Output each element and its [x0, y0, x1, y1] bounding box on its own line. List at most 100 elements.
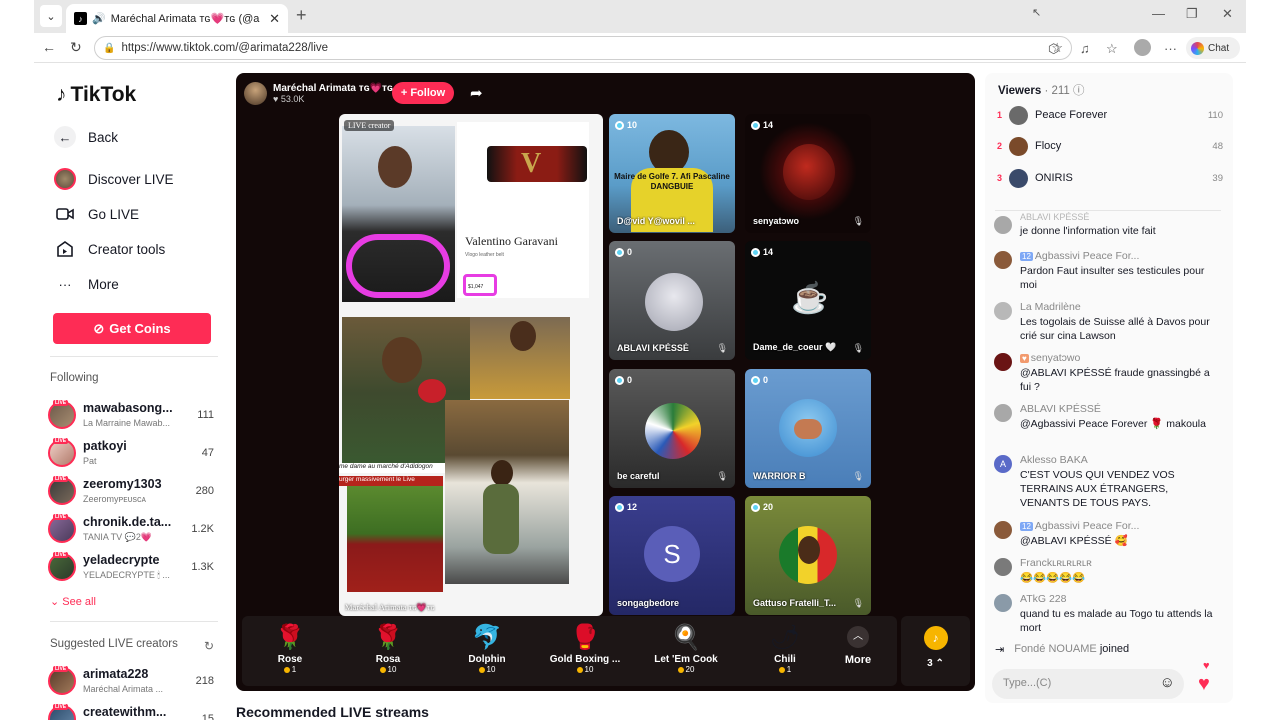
reload-icon[interactable]: ↻ — [70, 39, 82, 56]
minimize-icon[interactable]: — — [1152, 6, 1165, 21]
restore-icon[interactable]: ❐ — [1186, 6, 1198, 22]
camera-icon — [54, 203, 76, 225]
sidebar-item-creator-tools[interactable]: Creator tools — [54, 238, 165, 260]
settings-more-icon[interactable]: ··· — [1164, 41, 1177, 56]
gift-rosa[interactable]: 🌹 Rosa 10 — [348, 622, 428, 674]
following-sub: Zeeromyᴘᴇᴜsᴄᴀ — [83, 494, 146, 504]
video-figure — [510, 321, 536, 351]
info-icon[interactable]: ⓘ — [1073, 85, 1085, 97]
guest-tile[interactable]: 0 ABLAVI KPÉSSÉ 🎙 — [609, 241, 735, 360]
url-field[interactable]: 🔒 https://www.tiktok.com/@arimata228/liv… — [94, 36, 1072, 60]
avatar — [994, 302, 1012, 320]
coin-count: 3 — [927, 658, 933, 669]
guest-name: ABLAVI KPÉSSÉ — [617, 343, 689, 353]
chat-message[interactable]: ♥ senyatɔwo @ABLAVI KPÉSSÉ fraude gnassin… — [993, 352, 1223, 398]
copilot-chat-button[interactable]: Chat — [1186, 37, 1240, 59]
rosa-icon: 🌹 — [373, 624, 403, 651]
sidebar-item-discover-live[interactable]: Discover LIVE — [54, 168, 174, 190]
host-avatar[interactable] — [244, 81, 267, 105]
guest-tile[interactable]: 20 Gattuso Fratelli_T... 🎙 — [745, 496, 871, 615]
chat-message[interactable]: ABLAVI KPÉSSÉ @Agbassivi Peace Forever 🌹… — [993, 403, 1223, 449]
following-item[interactable]: LIVE mawabasong... La Marraine Mawab... … — [48, 399, 216, 435]
favorites-icon[interactable]: ☆ — [1106, 41, 1118, 57]
host-info[interactable]: Maréchal Arimata ᴛɢ💗ᴛɢ ♥ 53.0K — [244, 81, 393, 105]
gift-let-em-cook[interactable]: 🍳 Let 'Em Cook 20 — [646, 622, 726, 674]
guest-tile[interactable]: S 12 songagbedore — [609, 496, 735, 615]
belt-price: $1,047 — [463, 274, 497, 296]
profile-avatar[interactable] — [1134, 39, 1151, 56]
media-control-icon[interactable]: ♫ — [1080, 41, 1090, 56]
get-coins-label: Get Coins — [109, 321, 171, 336]
guest-count: 20 — [763, 502, 774, 512]
coin-balance-button[interactable]: ♪ 3 ⌃ — [901, 616, 970, 686]
see-all-link[interactable]: ⌄ See all — [50, 595, 96, 608]
guest-name: be careful — [617, 471, 660, 481]
following-count: 111 — [197, 409, 214, 421]
chat-message[interactable]: La Madrilène Les togolais de Suisse allé… — [993, 301, 1223, 347]
extensions-icon[interactable]: ⬡ — [1048, 41, 1059, 57]
following-item[interactable]: LIVE yeladecrypte YELADECRYPTE 🕯 ... 1.3… — [48, 551, 216, 587]
top-viewer-row[interactable]: 1 Peace Forever 110 — [997, 104, 1223, 126]
count-dot-icon — [615, 247, 624, 257]
share-arrow-icon[interactable]: ➦ — [470, 84, 483, 102]
gift-dolphin[interactable]: 🐬 Dolphin 10 — [447, 622, 527, 674]
chat-message[interactable]: A Aklesso BAKA C'EST VOUS QUI VENDEZ VOS… — [993, 454, 1223, 514]
chat-message[interactable]: ABLAVI KPÉSSÉ je donne l'information vit… — [993, 212, 1223, 245]
back-arrow-icon[interactable]: ← — [42, 39, 56, 55]
tab-actions-chevron-icon[interactable]: ⌄ — [40, 5, 62, 27]
chat-message[interactable]: 12 Agbassivi Peace For... Pardon Faut ins… — [993, 250, 1223, 296]
speaker-icon[interactable]: 🔊 — [92, 12, 106, 25]
gift-price-value: 10 — [387, 665, 397, 674]
get-coins-button[interactable]: ⊘ Get Coins — [53, 313, 211, 344]
suggested-title: Suggested LIVE creators — [50, 638, 178, 650]
like-heart-icon[interactable]: ♥ — [1198, 673, 1210, 696]
gift-rose[interactable]: 🌹 Rose 1 — [250, 622, 330, 674]
new-tab-plus-icon[interactable]: + — [296, 5, 307, 26]
gift-gold-boxing[interactable]: 🥊 Gold Boxing ... 10 — [544, 622, 626, 674]
following-item[interactable]: LIVE zeeromy1303 Zeeromyᴘᴇᴜsᴄᴀ 280 — [48, 475, 216, 511]
chat-message[interactable]: ATkG 228 quand tu es malade au Togo tu a… — [993, 593, 1223, 639]
following-item[interactable]: LIVE chronik.de.ta... TANIA TV 💬2💗 1.2K — [48, 513, 216, 549]
tab-tiktok-live[interactable]: ♪ 🔊 Maréchal Arimata ᴛɢ💗ᴛɢ (@a ✕ — [66, 4, 288, 33]
avatar: A — [994, 455, 1012, 473]
guest-tile[interactable]: ☕ 14 Dame_de_coeur 🤍 🎙 — [745, 241, 871, 360]
back-link[interactable]: ← Back — [54, 126, 118, 148]
sidebar-item-go-live[interactable]: Go LIVE — [54, 203, 139, 225]
suggested-item[interactable]: LIVE createwithm... 15 — [48, 703, 216, 720]
suggested-count: 15 — [201, 713, 214, 720]
following-sub: Pat — [83, 456, 97, 466]
close-tab-icon[interactable]: ✕ — [269, 11, 280, 27]
chat-input[interactable]: Type...(C) ☺ — [992, 669, 1184, 699]
live-creator-tag: LIVE creator — [344, 120, 395, 131]
following-item[interactable]: LIVE patkoyi Pat 47 — [48, 437, 216, 473]
avatar — [994, 216, 1012, 234]
tiktok-logo[interactable]: ♪ TikTok — [56, 83, 136, 107]
live-player[interactable]: Maréchal Arimata ᴛɢ💗ᴛɢ ♥ 53.0K + Follow … — [236, 73, 975, 691]
guest-tile[interactable]: Maire de Golfe 7. Afi Pascaline DANGBUIE… — [609, 114, 735, 233]
lock-icon[interactable]: 🔒 — [103, 43, 115, 54]
video-figure — [378, 146, 412, 188]
guest-tile[interactable]: 14 senyatɔwo 🎙 — [745, 114, 871, 233]
close-window-icon[interactable]: ✕ — [1222, 6, 1233, 22]
guest-tile[interactable]: 0 WARRIOR B 🎙 — [745, 369, 871, 488]
more-gifts-button[interactable]: ︿ More — [840, 626, 876, 666]
follow-button[interactable]: + Follow — [392, 82, 454, 104]
chili-icon: 🌶 — [769, 624, 801, 651]
top-viewer-row[interactable]: 2 Flocy 48 — [997, 135, 1223, 157]
sidebar-item-more[interactable]: ··· More — [54, 273, 119, 295]
main-video[interactable]: LIVE creator V Valentino Garavani Vlogo … — [339, 114, 603, 616]
following-count: 1.2K — [191, 523, 214, 535]
avatar: LIVE — [48, 514, 76, 543]
suggested-item[interactable]: LIVE arimata228 Maréchal Arimata ... 218 — [48, 665, 216, 701]
emoji-icon[interactable]: ☺ — [1160, 674, 1175, 691]
video-red-caption: urger massivement le Live — [339, 476, 443, 486]
chat-message[interactable]: 12 Agbassivi Peace For... @ABLAVI KPÉSSÉ … — [993, 520, 1223, 550]
suggested-name: createwithm... — [83, 705, 167, 719]
top-viewer-row[interactable]: 3 ONIRIS 39 — [997, 167, 1223, 189]
chat-message[interactable]: Franckʟʀʟʀʟʀʟʀ 😂😂😂😂😂 — [993, 557, 1223, 587]
guest-tile[interactable]: 0 be careful 🎙 — [609, 369, 735, 488]
refresh-icon[interactable]: ↻ — [204, 639, 214, 653]
mic-muted-icon: 🎙 — [852, 598, 864, 608]
following-name: zeeromy1303 — [83, 477, 162, 491]
gift-chili[interactable]: 🌶 Chili 1 — [745, 622, 825, 674]
